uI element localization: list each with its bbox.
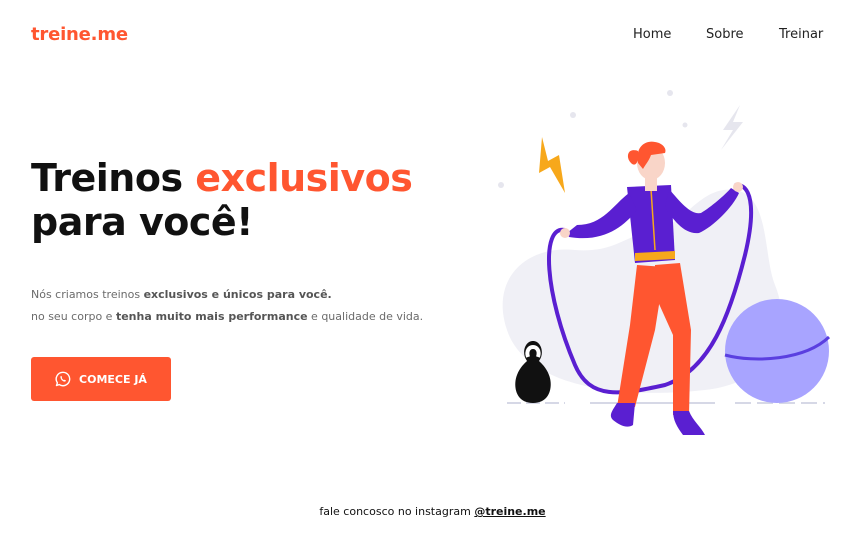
arm-left (567, 193, 637, 239)
hero-title-accent: exclusivos (195, 156, 413, 200)
shoe-left (610, 403, 635, 427)
hero-description: Nós criamos treinos exclusivos e únicos … (31, 284, 423, 328)
desc-bold-text: tenha muito mais performance (115, 310, 308, 323)
comece-ja-label: COMECE JÁ (79, 372, 147, 386)
hero-title: Treinos exclusivos para você! (31, 156, 413, 244)
gray-lightning-icon (721, 105, 743, 150)
hand-right (733, 182, 743, 192)
ponytail (627, 150, 638, 165)
hero-description-line2: no seu corpo e tenha muito mais performa… (31, 306, 423, 328)
decor-dot (667, 90, 673, 96)
hero-description-line1: Nós criamos treinos exclusivos e únicos … (31, 284, 423, 306)
desc-text: no seu corpo e (31, 310, 116, 323)
exercise-ball (725, 299, 829, 403)
whatsapp-icon (55, 371, 71, 387)
comece-ja-button[interactable]: COMECE JÁ (31, 357, 171, 401)
hand-left (560, 228, 570, 238)
decor-dot (682, 122, 688, 128)
decor-dot (498, 182, 504, 188)
hero-title-start: Treinos (31, 156, 196, 200)
fitness-illustration (498, 90, 831, 435)
main-nav: Home Sobre Treinar (625, 27, 865, 47)
nav-home-link[interactable]: Home (633, 27, 671, 42)
desc-text: e qualidade de vida. (307, 310, 424, 323)
desc-text: Nós criamos treinos (31, 288, 144, 301)
landing-page: treine.me Home Sobre Treinar Treinos exc… (0, 0, 865, 556)
hero-title-line2: para você! (31, 200, 253, 244)
instagram-link[interactable]: @treine.me (474, 505, 545, 518)
shoe-right (673, 411, 705, 435)
footer-text: fale concosco no instagram @treine.me (0, 505, 865, 518)
brand-logo[interactable]: treine.me (31, 24, 128, 45)
nav-treinar-link[interactable]: Treinar (779, 27, 823, 42)
nav-sobre-link[interactable]: Sobre (706, 27, 744, 42)
desc-bold-text: exclusivos e únicos para você. (143, 288, 332, 301)
decor-dot (570, 112, 576, 118)
footer-label: fale concosco no instagram (319, 505, 475, 518)
yellow-lightning-icon (539, 137, 565, 193)
